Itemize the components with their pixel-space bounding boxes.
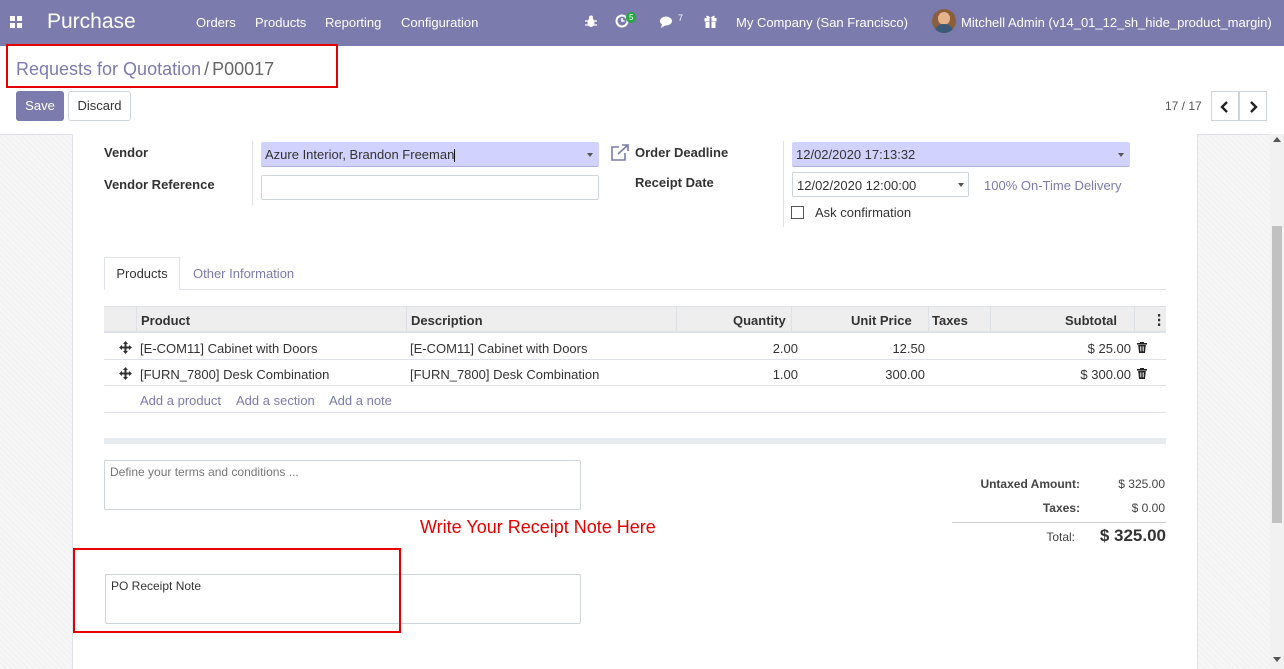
pager-value: 17 / 17 xyxy=(1165,99,1202,113)
apps-icon[interactable] xyxy=(10,16,22,28)
order-deadline-field[interactable]: 12/02/2020 17:13:32 xyxy=(792,142,1130,167)
scrollbar-thumb[interactable] xyxy=(1272,226,1282,523)
column-header-quantity[interactable]: Quantity xyxy=(733,313,786,328)
row-subtotal: $ 300.00 xyxy=(1080,367,1131,382)
pager-previous-button[interactable] xyxy=(1211,91,1239,121)
row-unit-price[interactable]: 300.00 xyxy=(850,367,925,382)
order-deadline-label: Order Deadline xyxy=(635,145,729,160)
optional-columns-icon[interactable] xyxy=(1157,314,1161,326)
on-time-delivery-link[interactable]: 100% On-Time Delivery xyxy=(984,178,1122,193)
chevron-left-icon xyxy=(1220,101,1228,113)
scroll-up-arrow[interactable] xyxy=(1273,137,1281,142)
row-quantity[interactable]: 1.00 xyxy=(740,367,798,382)
chat-icon[interactable] xyxy=(660,16,675,28)
highlight-box-breadcrumb xyxy=(6,44,338,88)
add-note-link[interactable]: Add a note xyxy=(329,393,392,408)
row-quantity[interactable]: 2.00 xyxy=(740,341,798,356)
message-count: 7 xyxy=(678,13,684,23)
pager-next-button[interactable] xyxy=(1239,91,1267,121)
menu-orders[interactable]: Orders xyxy=(196,15,236,30)
receipt-date-label: Receipt Date xyxy=(635,175,714,190)
label-divider-right xyxy=(783,141,784,227)
activity-count-badge: 5 xyxy=(626,12,637,23)
totals-divider xyxy=(952,522,1166,523)
chevron-right-icon xyxy=(1250,101,1258,113)
column-separator xyxy=(928,307,929,333)
vendor-dropdown-caret[interactable] xyxy=(587,153,593,157)
row-unit-price[interactable]: 12.50 xyxy=(850,341,925,356)
receipt-date-value: 12/02/2020 12:00:00 xyxy=(797,178,917,193)
receipt-date-caret[interactable] xyxy=(958,183,964,187)
column-header-description[interactable]: Description xyxy=(411,313,483,328)
column-header-taxes[interactable]: Taxes xyxy=(932,313,968,328)
menu-configuration[interactable]: Configuration xyxy=(401,15,478,30)
tab-bar-line xyxy=(104,289,1166,290)
vendor-reference-label: Vendor Reference xyxy=(104,177,215,192)
row-subtotal: $ 25.00 xyxy=(1087,341,1131,356)
bug-icon[interactable] xyxy=(585,15,597,28)
menu-products[interactable]: Products xyxy=(255,15,306,30)
table-footer-bar xyxy=(104,438,1166,444)
highlight-box-receipt-note xyxy=(73,548,401,633)
scroll-down-arrow[interactable] xyxy=(1273,657,1281,662)
order-deadline-value: 12/02/2020 17:13:32 xyxy=(796,147,916,162)
menu-reporting[interactable]: Reporting xyxy=(325,15,381,30)
column-header-product[interactable]: Product xyxy=(141,313,190,328)
drag-handle-icon[interactable] xyxy=(119,341,132,354)
label-divider xyxy=(252,141,253,205)
vendor-field[interactable]: Azure Interior, Brandon Freeman xyxy=(261,142,599,167)
tab-other-information[interactable]: Other Information xyxy=(193,266,294,281)
tab-products[interactable]: Products xyxy=(104,257,180,290)
total-value: $ 325.00 xyxy=(1099,526,1166,545)
row-description[interactable]: [FURN_7800] Desk Combination xyxy=(410,367,599,382)
vendor-label: Vendor xyxy=(104,145,149,160)
text-cursor xyxy=(454,149,456,163)
column-header-subtotal[interactable]: Subtotal xyxy=(1065,313,1117,328)
table-header xyxy=(104,306,1166,333)
column-separator xyxy=(136,307,137,333)
taxes-label: Taxes: xyxy=(1042,501,1080,515)
row-product[interactable]: [E-COM11] Cabinet with Doors xyxy=(140,341,318,356)
save-button[interactable]: Save xyxy=(16,91,64,121)
add-product-link[interactable]: Add a product xyxy=(140,393,221,408)
column-separator xyxy=(676,307,677,333)
external-link-icon[interactable] xyxy=(610,144,630,162)
order-deadline-caret[interactable] xyxy=(1118,153,1124,157)
annotation-text: Write Your Receipt Note Here xyxy=(420,517,656,537)
top-navbar: Purchase Orders Products Reporting Confi… xyxy=(0,0,1284,46)
column-header-unit-price[interactable]: Unit Price xyxy=(851,313,912,328)
column-separator xyxy=(990,307,991,333)
trash-icon[interactable] xyxy=(1137,342,1147,353)
avatar[interactable] xyxy=(932,9,956,33)
untaxed-amount-label: Untaxed Amount: xyxy=(980,477,1080,491)
ask-confirmation-checkbox[interactable] xyxy=(791,206,804,219)
column-separator xyxy=(791,307,792,333)
user-menu[interactable]: Mitchell Admin (v14_01_12_sh_hide_produc… xyxy=(961,15,1272,30)
vendor-reference-field[interactable] xyxy=(261,175,599,200)
total-label: Total: xyxy=(1046,530,1075,544)
vendor-value: Azure Interior, Brandon Freeman xyxy=(265,147,455,162)
ask-confirmation-label: Ask confirmation xyxy=(815,205,912,220)
app-title[interactable]: Purchase xyxy=(47,10,136,34)
trash-icon[interactable] xyxy=(1137,368,1147,379)
row-description[interactable]: [E-COM11] Cabinet with Doors xyxy=(410,341,588,356)
company-switcher[interactable]: My Company (San Francisco) xyxy=(736,15,908,30)
untaxed-amount-value: $ 325.00 xyxy=(1118,477,1165,491)
row-product[interactable]: [FURN_7800] Desk Combination xyxy=(140,367,329,382)
taxes-value: $ 0.00 xyxy=(1131,501,1165,515)
discard-button[interactable]: Discard xyxy=(68,91,131,121)
drag-handle-icon[interactable] xyxy=(119,367,132,380)
terms-placeholder: Define your terms and conditions ... xyxy=(110,465,299,479)
add-section-link[interactable]: Add a section xyxy=(236,393,315,408)
column-separator xyxy=(406,307,407,333)
receipt-date-field[interactable]: 12/02/2020 12:00:00 xyxy=(792,172,969,197)
column-separator xyxy=(1134,307,1135,333)
terms-and-conditions-input[interactable]: Define your terms and conditions ... xyxy=(104,460,581,510)
gift-icon[interactable] xyxy=(704,14,717,28)
